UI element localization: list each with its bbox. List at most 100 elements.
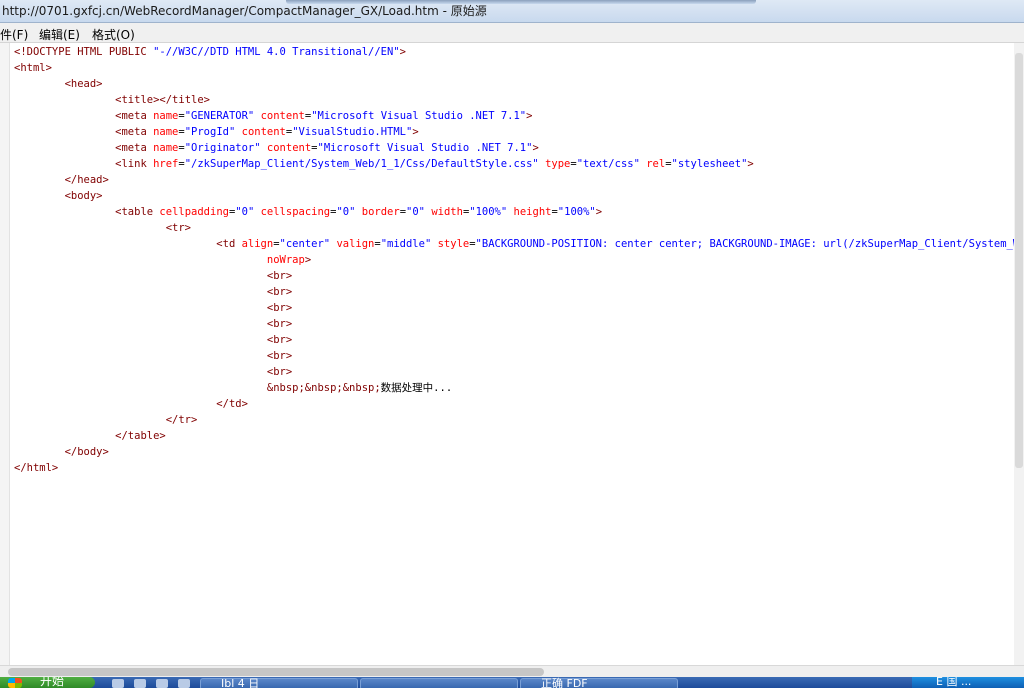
source-token: <br> <box>266 318 293 330</box>
source-line: <meta name="ProgId" content="VisualStudi… <box>14 124 1014 140</box>
source-token: name <box>153 126 179 138</box>
source-line: <br> <box>14 284 1014 300</box>
source-token: "0" <box>406 206 425 218</box>
source-line: <meta name="Originator" content="Microso… <box>14 140 1014 156</box>
source-token <box>14 286 267 298</box>
source-token: "0" <box>336 206 356 218</box>
source-token: width <box>431 206 463 218</box>
source-token <box>14 302 267 314</box>
source-token: <body> <box>64 190 103 202</box>
taskbar-item-2[interactable] <box>360 678 518 688</box>
source-token: <link <box>115 158 154 170</box>
start-label: 开始 <box>40 677 65 688</box>
source-token <box>14 174 65 186</box>
explorer-quicklaunch-icon[interactable] <box>134 679 146 688</box>
window-title: http://0701.gxfcj.cn/WebRecordManager/Co… <box>2 4 487 18</box>
source-token: cellpadding <box>159 206 229 218</box>
source-line: </table> <box>14 428 1014 444</box>
menu-file[interactable]: 件(F) <box>0 26 28 43</box>
source-token: "-//W3C//DTD HTML 4.0 Transitional//EN" <box>153 46 400 58</box>
source-token: "text/css" <box>576 158 640 170</box>
source-token: <br> <box>266 302 293 314</box>
source-token <box>14 366 267 378</box>
source-line: </tr> <box>14 412 1014 428</box>
menu-bar: 件(F) 编辑(E) 格式(O) <box>0 23 1024 43</box>
source-line: <body> <box>14 188 1014 204</box>
source-token: > <box>304 254 312 266</box>
source-token <box>14 382 267 394</box>
source-line: <br> <box>14 364 1014 380</box>
source-view[interactable]: <!DOCTYPE HTML PUBLIC "-//W3C//DTD HTML … <box>14 44 1014 664</box>
source-token: href <box>153 158 179 170</box>
desktop-quicklaunch-icon[interactable] <box>178 679 190 688</box>
source-token: "center" <box>279 238 331 250</box>
source-token: "/zkSuperMap_Client/System_Web/1_1/Css/D… <box>184 158 539 170</box>
source-token: </table> <box>115 430 166 442</box>
source-token: "ProgId" <box>184 126 236 138</box>
source-token <box>14 334 267 346</box>
source-token <box>14 126 115 138</box>
media-quicklaunch-icon[interactable] <box>156 679 168 688</box>
source-token <box>14 398 216 410</box>
source-token: "GENERATOR" <box>184 110 255 122</box>
taskbar-item-3[interactable]: 正确 FDF <box>520 677 678 688</box>
source-token: rel <box>646 158 666 170</box>
source-token: "Originator" <box>184 142 261 154</box>
source-token: <br> <box>266 366 293 378</box>
source-token: <br> <box>266 334 293 346</box>
source-token <box>14 238 216 250</box>
tray-text: E 国 ... <box>936 677 972 688</box>
source-token: style <box>437 238 470 250</box>
source-line: <title></title> <box>14 92 1014 108</box>
source-token: <html> <box>14 62 52 74</box>
source-token: 数据处理中... <box>380 382 453 394</box>
source-token: content <box>260 110 305 122</box>
source-token: <!DOCTYPE HTML PUBLIC <box>14 46 154 58</box>
source-token: <meta <box>115 110 154 122</box>
source-token <box>14 446 65 458</box>
source-token: <br> <box>266 270 293 282</box>
source-token: <head> <box>64 78 103 90</box>
source-token: name <box>153 142 179 154</box>
source-token: <meta <box>115 142 154 154</box>
source-line: <head> <box>14 76 1014 92</box>
source-token: border <box>361 206 400 218</box>
menu-edit[interactable]: 编辑(E) <box>39 26 80 43</box>
menu-format[interactable]: 格式(O) <box>92 26 135 43</box>
source-token: </body> <box>64 446 109 458</box>
source-token: > <box>526 110 533 122</box>
source-token: noWrap <box>266 254 305 266</box>
source-token: "middle" <box>380 238 432 250</box>
horizontal-scroll-thumb[interactable] <box>8 668 544 676</box>
source-token: "100%" <box>469 206 508 218</box>
source-token: content <box>266 142 312 154</box>
source-token: > <box>532 142 539 154</box>
title-bar: http://0701.gxfcj.cn/WebRecordManager/Co… <box>0 0 1024 23</box>
start-button[interactable]: 开始 <box>0 677 95 688</box>
taskbar-item-1[interactable]: Ibl 4 日 <box>200 677 358 688</box>
vertical-scroll-thumb[interactable] <box>1015 53 1023 468</box>
source-token <box>14 78 65 90</box>
ie-quicklaunch-icon[interactable] <box>112 679 124 688</box>
source-token: type <box>545 158 571 170</box>
source-token: <br> <box>266 286 293 298</box>
taskbar-item-3-label: 正确 FDF <box>541 677 588 688</box>
source-line: <td align="center" valign="middle" style… <box>14 236 1014 252</box>
source-token <box>14 254 267 266</box>
source-token <box>14 222 166 234</box>
source-line: </body> <box>14 444 1014 460</box>
source-line: <link href="/zkSuperMap_Client/System_We… <box>14 156 1014 172</box>
source-token: &nbsp;&nbsp;&nbsp; <box>266 382 381 394</box>
taskbar-item-1-label: Ibl 4 日 <box>221 677 260 688</box>
source-line: <br> <box>14 332 1014 348</box>
vertical-scrollbar[interactable] <box>1014 43 1024 665</box>
source-line: <table cellpadding="0" cellspacing="0" b… <box>14 204 1014 220</box>
system-tray[interactable]: E 国 ... <box>912 677 1024 688</box>
source-token: height <box>513 206 552 218</box>
source-token: </head> <box>64 174 109 186</box>
source-token <box>14 206 115 218</box>
source-token: <table <box>115 206 160 218</box>
source-token <box>14 190 65 202</box>
windows-logo-icon <box>8 678 22 688</box>
editor-gutter <box>0 43 10 665</box>
